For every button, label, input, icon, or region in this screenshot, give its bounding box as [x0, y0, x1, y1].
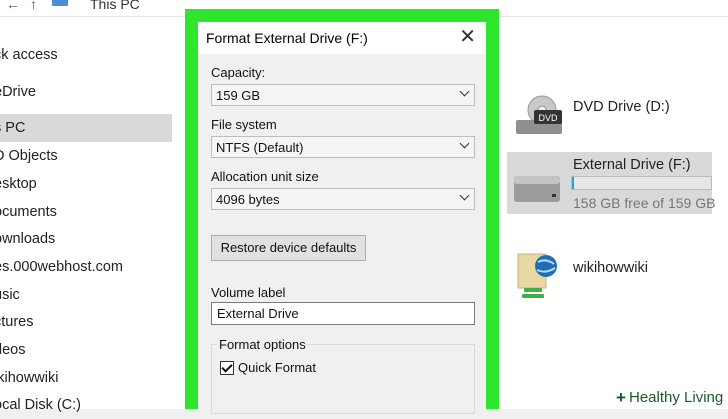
- breadcrumb[interactable]: This PC: [90, 0, 140, 12]
- network-location-name: wikihowwiki: [573, 260, 648, 276]
- sidebar-item-onedrive[interactable]: eDrive: [0, 78, 172, 106]
- chevron-down-icon: [459, 190, 470, 201]
- computer-icon: [52, 0, 68, 6]
- format-options-group: [211, 344, 475, 414]
- sidebar-item-quick-access[interactable]: ck access: [0, 41, 172, 69]
- close-icon[interactable]: ✕: [459, 24, 476, 49]
- dvd-drive-item[interactable]: DVD DVD Drive (D:): [512, 92, 712, 142]
- sidebar-item-downloads[interactable]: ownloads: [0, 225, 172, 253]
- filesystem-select[interactable]: NTFS (Default): [211, 136, 475, 158]
- dialog-title: Format External Drive (F:): [206, 30, 368, 46]
- sidebar-item-music[interactable]: usic: [0, 281, 172, 309]
- sidebar-item-desktop[interactable]: esktop: [0, 170, 172, 198]
- sidebar-item-wikihowwiki[interactable]: ikihowwiki: [0, 364, 172, 392]
- format-dialog: Format External Drive (F:) ✕ Capacity: 1…: [198, 22, 486, 414]
- sidebar-item-pictures[interactable]: ctures: [0, 308, 172, 336]
- sidebar-item-videos[interactable]: deos: [0, 336, 172, 364]
- allocation-unit-value: 4096 bytes: [216, 192, 280, 207]
- chevron-down-icon: [459, 138, 470, 149]
- up-arrow-icon[interactable]: ↑: [30, 0, 37, 12]
- capacity-value: 159 GB: [216, 88, 261, 103]
- watermark-text: Healthy Living: [629, 389, 724, 406]
- plus-icon: +: [616, 388, 626, 407]
- sidebar-item-3d-objects[interactable]: D Objects: [0, 142, 172, 170]
- volume-label-label: Volume label: [211, 285, 286, 300]
- format-options-label: Format options: [217, 337, 308, 352]
- volume-label-input[interactable]: External Drive: [211, 302, 475, 325]
- external-drive-free-space: 158 GB free of 159 GB: [573, 195, 716, 211]
- sidebar-item-webhost[interactable]: es.000webhost.com: [0, 253, 172, 281]
- external-drive-name: External Drive (F:): [573, 157, 691, 173]
- sidebar-item-local-disk[interactable]: ocal Disk (C:): [0, 391, 172, 419]
- restore-defaults-button[interactable]: Restore device defaults: [211, 235, 366, 261]
- filesystem-value: NTFS (Default): [216, 140, 304, 155]
- quick-format-checkbox[interactable]: [220, 361, 234, 375]
- filesystem-label: File system: [211, 117, 277, 132]
- sidebar-item-documents[interactable]: ocuments: [0, 198, 172, 226]
- checkmark-icon: [221, 361, 233, 373]
- network-location-item[interactable]: wikihowwiki: [512, 248, 712, 304]
- dvd-drive-name: DVD Drive (D:): [573, 99, 670, 115]
- allocation-unit-select[interactable]: 4096 bytes: [211, 188, 475, 210]
- quick-format-label[interactable]: Quick Format: [238, 360, 316, 375]
- external-drive-icon: [514, 176, 560, 202]
- sidebar-item-this-pc[interactable]: s PC: [0, 114, 172, 142]
- capacity-bar-fill: [572, 177, 575, 189]
- navigation-pane: ck access eDrive s PC D Objects esktop o…: [0, 17, 172, 413]
- back-arrow-icon[interactable]: ←: [6, 0, 20, 12]
- dialog-titlebar[interactable]: Format External Drive (F:) ✕: [198, 22, 486, 54]
- capacity-label: Capacity:: [211, 65, 266, 80]
- dvd-drive-icon: DVD: [516, 95, 562, 134]
- dvd-icon-label: DVD: [538, 113, 558, 123]
- network-folder-icon: [517, 253, 557, 298]
- watermark: + Healthy Living: [612, 387, 728, 409]
- chevron-down-icon: [459, 86, 470, 97]
- capacity-select[interactable]: 159 GB: [211, 84, 475, 106]
- volume-label-value: External Drive: [217, 306, 299, 321]
- external-drive-capacity-bar: [571, 176, 712, 190]
- allocation-unit-label: Allocation unit size: [211, 169, 319, 184]
